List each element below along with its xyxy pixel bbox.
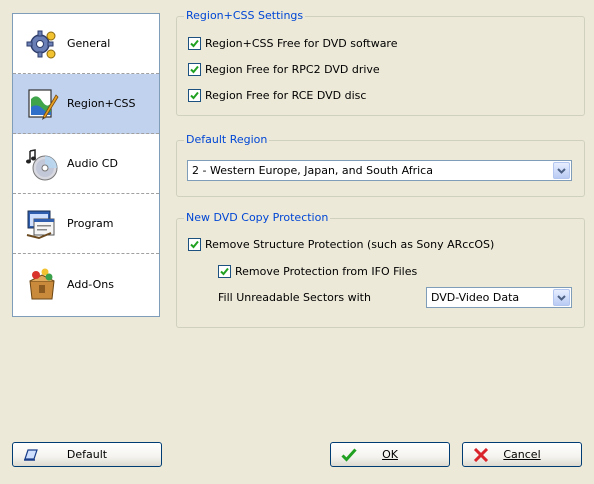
remove-ifo-protection-checkbox[interactable]	[218, 265, 231, 278]
default-button[interactable]: Default	[12, 442, 162, 467]
default-region-dropdown-button[interactable]	[553, 162, 570, 179]
chevron-down-icon	[557, 167, 566, 174]
ok-button-label: OK	[382, 448, 398, 461]
default-region-select[interactable]: 2 - Western Europe, Japan, and South Afr…	[187, 160, 572, 181]
chevron-down-icon	[557, 294, 566, 301]
nav-item-audio-cd[interactable]: Audio CD	[13, 134, 159, 194]
region-css-free-dvd-software-checkbox[interactable]	[188, 37, 201, 50]
nav-item-program[interactable]: Program	[13, 194, 159, 254]
remove-structure-protection-checkbox[interactable]	[188, 238, 201, 251]
region-css-title: Region+CSS Settings	[184, 9, 306, 23]
checkmark-icon	[341, 448, 357, 462]
nav-item-region-css[interactable]: Region+CSS	[13, 74, 159, 134]
nav-label-region-css: Region+CSS	[67, 97, 136, 110]
remove-ifo-protection-option[interactable]: Remove Protection from IFO Files	[218, 265, 417, 278]
region-css-free-dvd-software-option[interactable]: Region+CSS Free for DVD software	[188, 37, 397, 50]
audio-cd-icon	[26, 148, 58, 180]
fill-sectors-select[interactable]: DVD-Video Data	[426, 287, 572, 308]
default-region-title: Default Region	[184, 133, 270, 147]
ok-button[interactable]: OK	[330, 442, 450, 467]
nav-label-program: Program	[67, 217, 114, 230]
region-free-rce-label: Region Free for RCE DVD disc	[205, 89, 367, 102]
default-icon	[24, 449, 38, 461]
region-free-rce-checkbox[interactable]	[188, 89, 201, 102]
cancel-button-label: Cancel	[503, 448, 541, 461]
nav-item-add-ons[interactable]: Add-Ons	[13, 254, 159, 314]
nav-item-general[interactable]: General	[13, 14, 159, 74]
region-icon	[28, 88, 59, 120]
remove-structure-protection-option[interactable]: Remove Structure Protection (such as Son…	[188, 238, 494, 251]
region-free-rpc2-checkbox[interactable]	[188, 63, 201, 76]
copy-protection-group: New DVD Copy Protection Remove Structure…	[176, 211, 585, 328]
region-free-rpc2-option[interactable]: Region Free for RPC2 DVD drive	[188, 63, 380, 76]
addons-icon	[29, 268, 55, 300]
cancel-button[interactable]: Cancel	[462, 442, 582, 467]
nav-label-add-ons: Add-Ons	[67, 277, 114, 291]
nav-label-audio-cd: Audio CD	[67, 157, 118, 170]
region-free-rce-option[interactable]: Region Free for RCE DVD disc	[188, 89, 366, 102]
close-icon	[473, 448, 489, 462]
remove-ifo-protection-label: Remove Protection from IFO Files	[235, 265, 418, 278]
region-css-free-dvd-software-label: Region+CSS Free for DVD software	[205, 37, 398, 50]
region-free-rpc2-label: Region Free for RPC2 DVD drive	[205, 63, 380, 76]
fill-sectors-value: DVD-Video Data	[431, 291, 520, 304]
remove-structure-protection-label: Remove Structure Protection (such as Son…	[205, 238, 495, 251]
fill-sectors-dropdown-button[interactable]	[553, 289, 570, 306]
fill-sectors-label: Fill Unreadable Sectors with	[218, 291, 371, 304]
program-icon	[26, 210, 55, 239]
default-region-group: Default Region 2 - Western Europe, Japan…	[176, 133, 585, 197]
copy-protection-title: New DVD Copy Protection	[184, 211, 331, 225]
region-css-group: Region+CSS Settings Region+CSS Free for …	[176, 9, 585, 116]
default-region-value: 2 - Western Europe, Japan, and South Afr…	[192, 164, 433, 177]
gear-icon	[26, 30, 56, 58]
category-list: General Region+CSS Audio CD Program Add-…	[12, 13, 160, 317]
nav-label-general: General	[67, 37, 111, 50]
default-button-label: Default	[66, 448, 108, 461]
